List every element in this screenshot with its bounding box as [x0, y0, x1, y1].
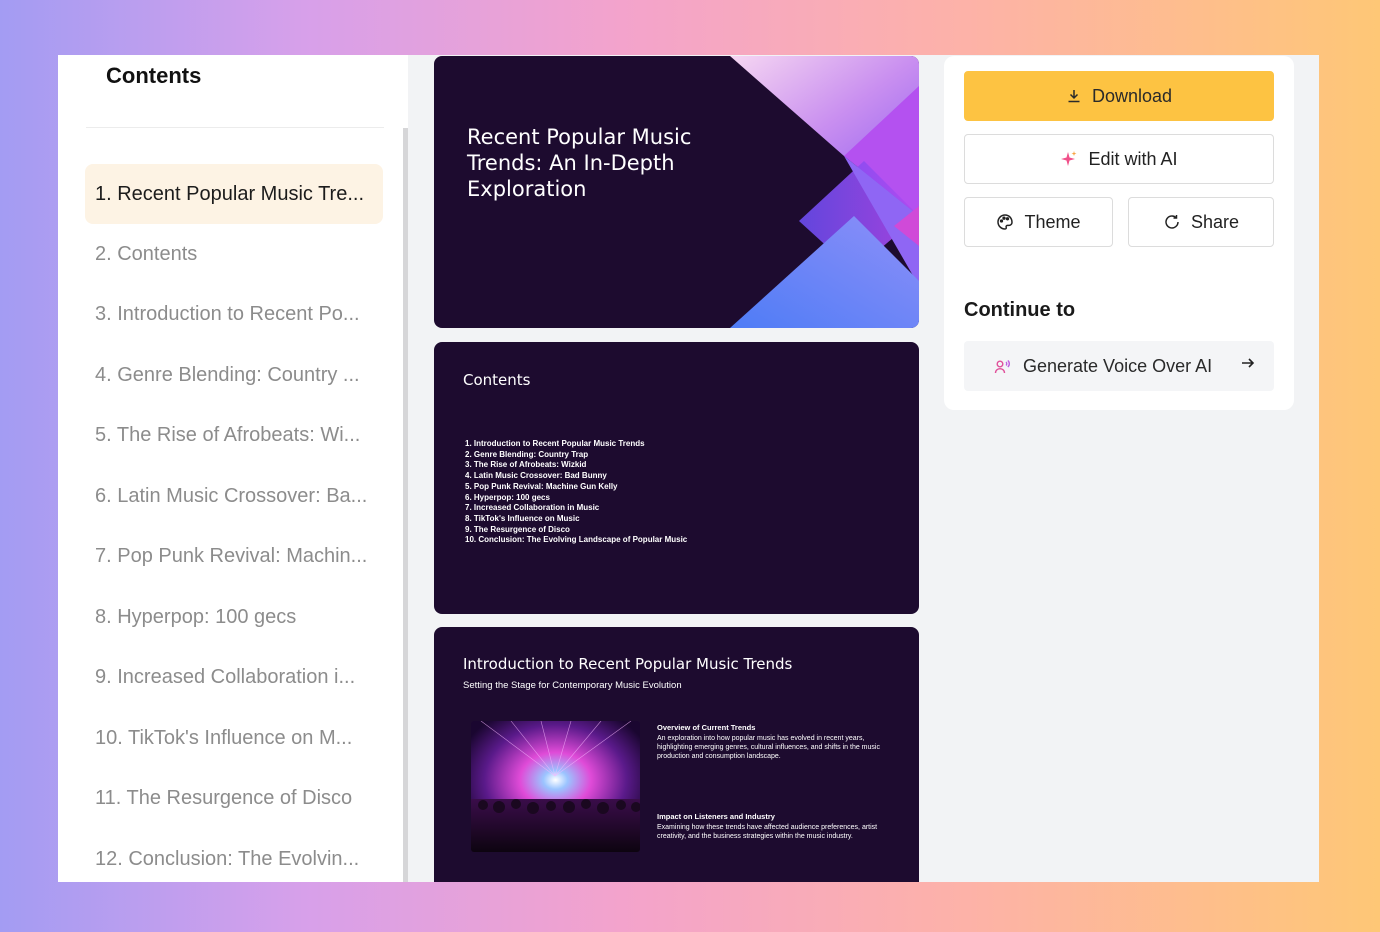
slide-contents-item: 9. The Resurgence of Disco — [465, 524, 570, 534]
slide-contents-item: 5. Pop Punk Revival: Machine Gun Kelly — [465, 481, 618, 491]
download-label: Download — [1091, 85, 1173, 106]
sidebar-title: Contents — [106, 63, 202, 88]
toc-item[interactable]: 5. The Rise of Afrobeats: Wi... — [85, 406, 383, 467]
share-button[interactable]: Share — [1128, 197, 1274, 247]
slide-contents-list: 1. Introduction to Recent Popular Music … — [465, 439, 687, 546]
arrow-right-icon — [1240, 355, 1256, 376]
intro-overview-heading: Overview of Current Trends — [657, 723, 756, 732]
download-button[interactable]: Download — [964, 71, 1274, 121]
share-icon — [1163, 213, 1181, 231]
sidebar-divider — [86, 127, 384, 128]
generate-voice-over-button[interactable]: Generate Voice Over AI — [964, 341, 1274, 391]
toc-item[interactable]: 11. The Resurgence of Disco — [85, 769, 383, 830]
slide-contents-item: 8. TikTok's Influence on Music — [465, 513, 580, 523]
slide-contents-item: 4. Latin Music Crossover: Bad Bunny — [465, 471, 607, 481]
toc-item[interactable]: 7. Pop Punk Revival: Machin... — [85, 527, 383, 588]
slide-intro-title: Introduction to Recent Popular Music Tre… — [463, 655, 793, 673]
concert-image — [471, 721, 640, 852]
intro-impact-block: Impact on Listeners and Industry Examini… — [657, 812, 889, 841]
toc-item[interactable]: 8. Hyperpop: 100 gecs — [85, 587, 383, 648]
slide-contents-title: Contents — [463, 371, 531, 389]
slide-intro-subtitle: Setting the Stage for Contemporary Music… — [463, 680, 682, 691]
edit-with-ai-label: Edit with AI — [1088, 148, 1178, 169]
share-label: Share — [1190, 211, 1240, 232]
actions-panel: Download Edit with AI Theme Share Contin… — [944, 56, 1294, 410]
slide-contents-item: 3. The Rise of Afrobeats: Wizkid — [465, 460, 587, 470]
slide-contents[interactable]: Contents 1. Introduction to Recent Popul… — [434, 342, 919, 614]
sparkle-icon — [1060, 150, 1078, 168]
sidebar: Contents 1. Recent Popular Music Tre... … — [58, 55, 408, 882]
app-window: Contents 1. Recent Popular Music Tre... … — [58, 55, 1319, 882]
slide-title-text: Recent Popular Music Trends: An In-Depth… — [467, 125, 692, 201]
sidebar-scrollbar[interactable] — [403, 128, 408, 882]
toc-item[interactable]: 1. Recent Popular Music Tre... — [85, 164, 383, 224]
toc-item[interactable]: 4. Genre Blending: Country ... — [85, 345, 383, 406]
continue-to-heading: Continue to — [964, 299, 1076, 321]
toc-item[interactable]: 6. Latin Music Crossover: Ba... — [85, 466, 383, 527]
table-of-contents: 1. Recent Popular Music Tre... 2. Conten… — [85, 164, 383, 882]
download-icon — [1066, 88, 1082, 104]
toc-item[interactable]: 2. Contents — [85, 224, 383, 285]
intro-impact-body: Examining how these trends have affected… — [657, 824, 878, 840]
toc-item[interactable]: 10. TikTok's Influence on M... — [85, 708, 383, 769]
slide-contents-item: 1. Introduction to Recent Popular Music … — [465, 439, 645, 448]
intro-impact-heading: Impact on Listeners and Industry — [657, 812, 775, 821]
toc-item[interactable]: 3. Introduction to Recent Po... — [85, 285, 383, 346]
slide-contents-item: 7. Increased Collaboration in Music — [465, 503, 600, 513]
slide-introduction[interactable]: Introduction to Recent Popular Music Tre… — [434, 627, 919, 882]
intro-overview-body: An exploration into how popular music ha… — [657, 735, 880, 760]
theme-button[interactable]: Theme — [964, 197, 1113, 247]
voice-icon — [994, 358, 1011, 375]
slide-contents-item: 6. Hyperpop: 100 gecs — [465, 492, 550, 502]
slide-contents-item: 10. Conclusion: The Evolving Landscape o… — [465, 535, 688, 545]
intro-overview-block: Overview of Current Trends An exploratio… — [657, 723, 889, 761]
toc-item[interactable]: 12. Conclusion: The Evolvin... — [85, 829, 383, 882]
toc-item[interactable]: 9. Increased Collaboration i... — [85, 648, 383, 709]
edit-with-ai-button[interactable]: Edit with AI — [964, 134, 1274, 184]
slide-title[interactable]: Recent Popular Music Trends: An In-Depth… — [434, 56, 919, 328]
theme-label: Theme — [1024, 211, 1081, 232]
slide-contents-item: 2. Genre Blending: Country Trap — [465, 449, 589, 459]
generate-voice-over-label: Generate Voice Over AI — [1023, 355, 1213, 376]
palette-icon — [996, 213, 1014, 231]
